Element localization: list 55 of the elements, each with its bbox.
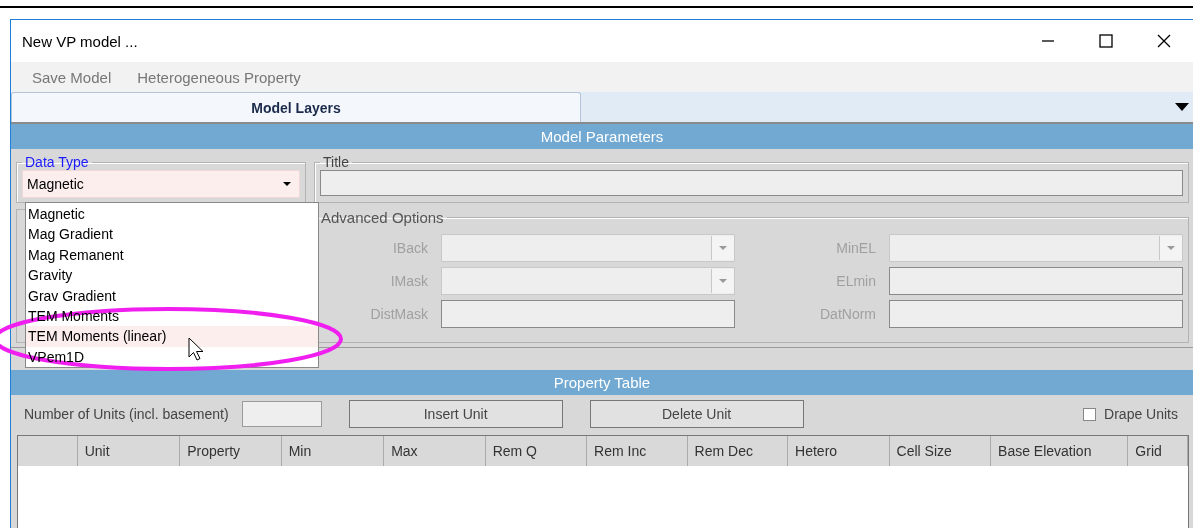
dropdown-option[interactable]: VPem1D	[26, 346, 318, 368]
column-header[interactable]: Cell Size	[889, 436, 992, 466]
dropdown-field[interactable]	[441, 267, 735, 295]
column-header[interactable]: Rem Dec	[687, 436, 789, 466]
action-button[interactable]: Insert Unit	[348, 400, 563, 428]
input-field[interactable]	[441, 300, 735, 328]
column-header[interactable]: Grid	[1128, 436, 1189, 466]
field-label: MinEL	[835, 240, 876, 256]
checkbox[interactable]	[1083, 407, 1097, 421]
dropdown-option[interactable]: Grav Gradient	[26, 285, 318, 306]
maximize-icon[interactable]	[1099, 34, 1113, 48]
dropdown-option[interactable]: Mag Remanent	[26, 244, 318, 266]
dropdown-arrow-icon[interactable]	[1175, 103, 1189, 111]
field-label: DatNorm	[819, 306, 876, 322]
pointer-cursor-icon	[188, 337, 205, 361]
dropdown-field[interactable]	[441, 234, 735, 262]
dropdown-option[interactable]: Gravity	[26, 265, 318, 286]
section-header: Property Table	[11, 370, 1193, 395]
field-label: IMask	[389, 273, 428, 289]
column-header[interactable]: Rem Inc	[587, 436, 688, 466]
input-field[interactable]	[889, 267, 1183, 295]
caret-icon	[719, 246, 727, 250]
group-label: Data Type	[24, 154, 90, 170]
field-label: IBack	[392, 240, 428, 256]
section-header: Model Parameters	[11, 124, 1193, 149]
input-field[interactable]	[889, 300, 1183, 328]
column-header[interactable]: Base Elevation	[991, 436, 1129, 466]
caret-icon	[1167, 246, 1175, 250]
caret-icon	[283, 182, 291, 186]
data-type-dropdown[interactable]: Magnetic	[22, 170, 300, 198]
column-header[interactable]: Min	[281, 436, 385, 466]
field-label: ELmin	[835, 273, 876, 289]
menu-item[interactable]: Save Model	[32, 68, 112, 86]
action-button[interactable]: Delete Unit	[589, 400, 804, 428]
tab[interactable]: Model Layers	[11, 92, 581, 122]
column-header[interactable]: Unit	[77, 436, 181, 466]
title-field[interactable]	[320, 170, 1183, 196]
field-label: DistMask	[369, 306, 428, 322]
checkbox-label: Drape Units	[1104, 406, 1178, 422]
input-field[interactable]	[241, 401, 322, 427]
group-label: Title	[322, 154, 350, 170]
dropdown-option[interactable]: TEM Moments (linear)	[26, 326, 318, 347]
group-label: Advanced Options	[320, 209, 445, 226]
dropdown-option[interactable]: Mag Gradient	[26, 224, 318, 245]
column-header[interactable]: Max	[384, 436, 486, 466]
column-header[interactable]: Property	[180, 436, 282, 466]
close-icon[interactable]	[1157, 34, 1171, 48]
window-title: New VP model ...	[22, 32, 139, 50]
column-header[interactable]: Hetero	[788, 436, 890, 466]
field-label: Number of Units (incl. basement)	[24, 406, 229, 422]
caret-icon	[719, 279, 727, 283]
dropdown-option[interactable]: Magnetic	[26, 204, 318, 225]
dropdown-field[interactable]	[889, 234, 1183, 262]
column-header[interactable]: Rem Q	[485, 436, 588, 466]
menu-item[interactable]: Heterogeneous Property	[137, 68, 301, 86]
